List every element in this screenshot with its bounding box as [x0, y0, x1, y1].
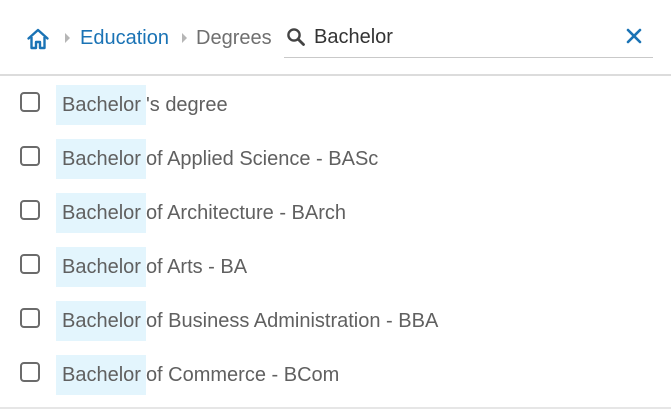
list-item-rest: 's degree [145, 94, 228, 116]
search-icon [287, 28, 305, 46]
breadcrumb-degrees: Degrees [196, 27, 272, 49]
list-item-label: Bachelor of Business Administration - BB… [56, 301, 438, 341]
list-item[interactable]: Bachelor of Business Administration - BB… [0, 294, 671, 348]
match-highlight: Bachelor [56, 301, 146, 341]
match-highlight: Bachelor [56, 85, 146, 125]
degree-picker-panel: Education Degrees Bachelor's degree Bach… [0, 0, 671, 409]
close-icon[interactable] [623, 25, 645, 47]
checkbox[interactable] [20, 362, 40, 382]
list-item-label: Bachelor of Applied Science - BASc [56, 139, 378, 179]
list-item[interactable]: Bachelor's degree [0, 78, 671, 132]
checkbox[interactable] [20, 92, 40, 112]
match-highlight: Bachelor [56, 193, 146, 233]
list-item-rest: of Applied Science - BASc [145, 148, 379, 170]
checkbox[interactable] [20, 254, 40, 274]
list-item-label: Bachelor of Architecture - BArch [56, 193, 346, 233]
match-highlight: Bachelor [56, 355, 146, 395]
breadcrumb-chevron-icon [65, 33, 70, 43]
list-item[interactable]: Bachelor of Applied Science - BASc [0, 132, 671, 186]
list-item[interactable]: Bachelor of Architecture - BArch [0, 186, 671, 240]
picker-header: Education Degrees [0, 0, 671, 76]
checkbox[interactable] [20, 146, 40, 166]
checkbox[interactable] [20, 200, 40, 220]
list-item-rest: of Business Administration - BBA [145, 310, 439, 332]
list-item[interactable]: Bachelor of Commerce - BCom [0, 348, 671, 402]
list-item-label: Bachelor of Arts - BA [56, 247, 247, 287]
search-box [284, 20, 653, 58]
list-item[interactable]: Bachelor of Arts - BA [0, 240, 671, 294]
breadcrumb-chevron-icon [182, 33, 187, 43]
home-icon[interactable] [26, 27, 50, 51]
list-item-rest: of Arts - BA [145, 256, 248, 278]
list-item-label: Bachelor of Commerce - BCom [56, 355, 339, 395]
breadcrumb-education[interactable]: Education [80, 25, 169, 51]
list-item-rest: of Commerce - BCom [145, 364, 340, 386]
list-item-rest: of Architecture - BArch [145, 202, 347, 224]
search-input[interactable] [314, 22, 614, 52]
match-highlight: Bachelor [56, 247, 146, 287]
list-item-label: Bachelor's degree [56, 85, 228, 125]
checkbox[interactable] [20, 308, 40, 328]
match-highlight: Bachelor [56, 139, 146, 179]
